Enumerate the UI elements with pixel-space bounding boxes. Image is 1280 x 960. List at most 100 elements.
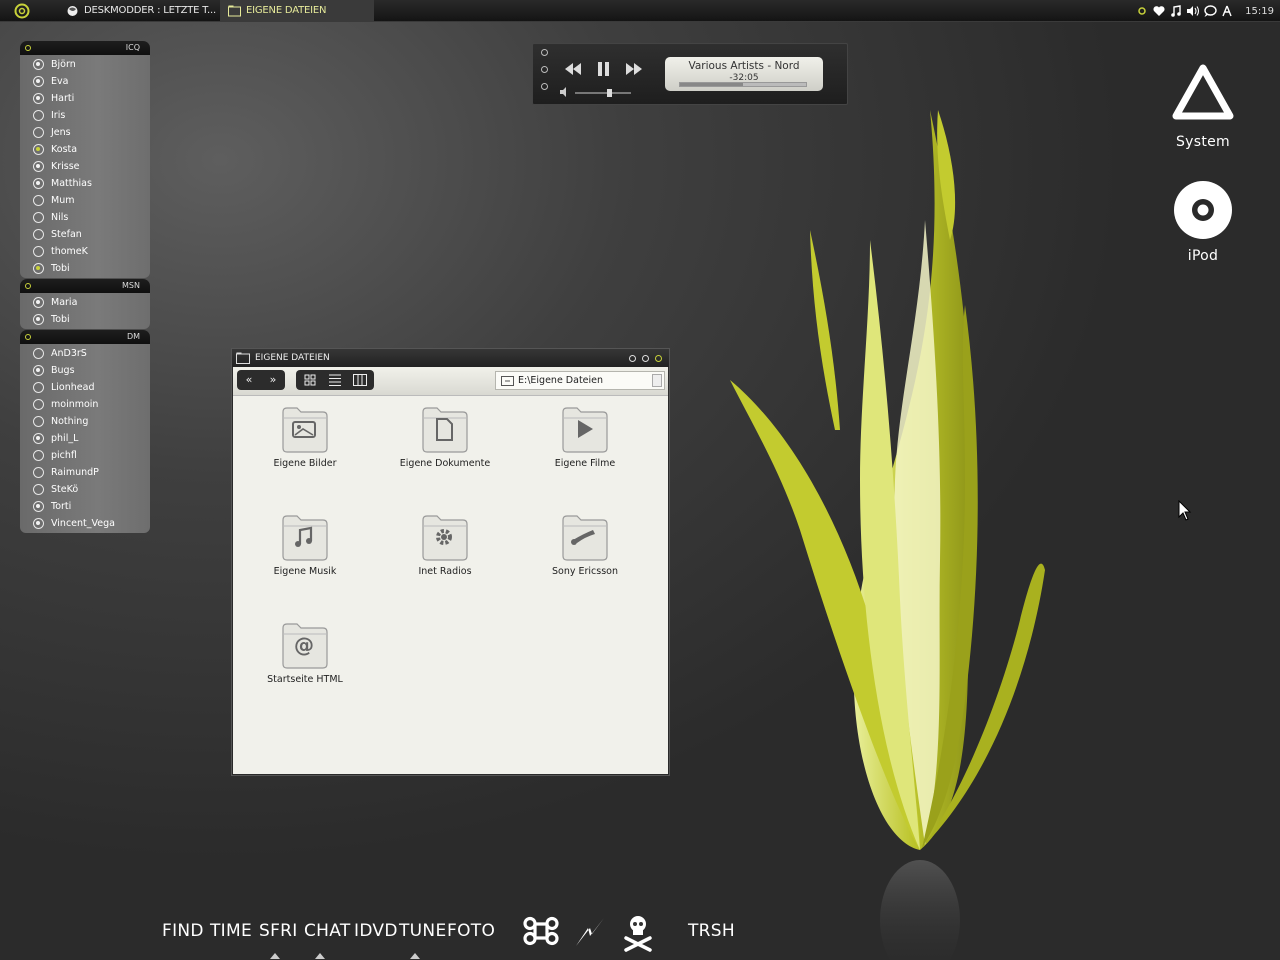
buddy-item[interactable]: Stefan [20, 226, 150, 243]
buddy-list-msn: MSN Maria Tobi [20, 279, 150, 329]
buddy-item[interactable]: Matthias [20, 175, 150, 192]
buddy-status-icon [33, 399, 44, 410]
file-item[interactable]: Inet Radios [375, 512, 515, 577]
wallpaper-plant [730, 110, 1045, 960]
file-item[interactable]: Sony Ericsson [515, 512, 655, 577]
buddy-item[interactable]: Tobi [20, 260, 150, 277]
buddy-item[interactable]: Torti [20, 498, 150, 515]
status-dot-icon[interactable] [1135, 4, 1149, 18]
lightning-icon[interactable] [570, 910, 610, 954]
dock-item-foto[interactable]: FOTO [447, 921, 495, 941]
buddy-item[interactable]: Nils [20, 209, 150, 226]
buddy-name: Vincent_Vega [51, 518, 115, 529]
dock-item-tune[interactable]: TUNE [399, 921, 447, 941]
start-menu-icon[interactable] [14, 3, 30, 19]
window-maximize-button[interactable] [642, 355, 649, 362]
buddy-item[interactable]: Björn [20, 56, 150, 73]
dock-item-trsh[interactable]: TRSH [688, 921, 735, 941]
address-dropdown-button[interactable] [652, 374, 662, 387]
media-player: Various Artists - Nord -32:05 [532, 43, 848, 105]
desktop-icon-ipod[interactable]: iPod [1153, 180, 1253, 264]
buddy-item[interactable]: Tobi [20, 311, 150, 328]
buddy-item[interactable]: SteKö [20, 481, 150, 498]
buddy-name: RaimundP [51, 467, 99, 478]
buddy-item[interactable]: Kosta [20, 141, 150, 158]
buddy-item[interactable]: thomeK [20, 243, 150, 260]
nav-button-group: « » [237, 370, 285, 390]
volume-slider[interactable] [575, 92, 631, 94]
buddy-item[interactable]: Jens [20, 124, 150, 141]
file-item-label: Eigene Filme [554, 458, 616, 469]
file-item-label: Inet Radios [418, 566, 472, 577]
antenna-icon[interactable] [1220, 4, 1234, 18]
buddy-status-icon [33, 161, 44, 172]
taskbar-task-browser[interactable]: DESKMODDER : LETZTE T... [58, 0, 218, 22]
buddy-item[interactable]: Krisse [20, 158, 150, 175]
buddy-item[interactable]: Lionhead [20, 379, 150, 396]
buddy-item[interactable]: RaimundP [20, 464, 150, 481]
window-minimize-button[interactable] [629, 355, 636, 362]
chat-bubble-icon[interactable] [1203, 4, 1217, 18]
clock[interactable]: 15:19 [1245, 6, 1274, 17]
back-button[interactable]: « [237, 370, 261, 390]
buddy-item[interactable]: phil_L [20, 430, 150, 447]
fast-forward-button[interactable] [622, 60, 646, 78]
buddy-name: Maria [51, 297, 78, 308]
track-progress-bar[interactable] [679, 82, 807, 87]
pause-button[interactable] [591, 60, 615, 78]
dock-item-chat[interactable]: CHAT [304, 921, 351, 941]
music-note-icon[interactable] [1169, 4, 1183, 18]
triangle-system-icon [1172, 64, 1234, 120]
forward-button[interactable]: » [261, 370, 285, 390]
buddy-group-header[interactable]: MSN [20, 279, 150, 293]
buddy-list-body: Maria Tobi [20, 293, 150, 329]
buddy-item[interactable]: Maria [20, 294, 150, 311]
list-view-icon[interactable] [323, 370, 347, 390]
rewind-button[interactable] [561, 60, 585, 78]
dock-item-find[interactable]: FIND [162, 921, 204, 941]
icon-view-icon[interactable] [298, 370, 322, 390]
buddy-status-icon [33, 195, 44, 206]
dock-item-sfri[interactable]: SFRI [259, 921, 298, 941]
file-item[interactable]: Eigene Filme [515, 404, 655, 469]
dock: FIND TIME SFRI CHAT IDVD TUNE FOTO TRSH [0, 910, 1280, 960]
volume-slider-knob[interactable] [606, 89, 612, 97]
window-close-button[interactable] [655, 355, 662, 362]
file-item[interactable]: @ Startseite HTML [235, 620, 375, 685]
taskbar-task-explorer[interactable]: EIGENE DATEIEN [220, 0, 374, 22]
dock-item-idvd[interactable]: IDVD [354, 921, 398, 941]
buddy-item[interactable]: Eva [20, 73, 150, 90]
player-close-button[interactable] [541, 49, 548, 56]
buddy-item[interactable]: Bugs [20, 362, 150, 379]
group-status-icon [25, 334, 31, 340]
buddy-item[interactable]: Mum [20, 192, 150, 209]
buddy-item[interactable]: moinmoin [20, 396, 150, 413]
volume-icon[interactable] [1186, 4, 1200, 18]
buddy-item[interactable]: Iris [20, 107, 150, 124]
file-item[interactable]: Eigene Musik [235, 512, 375, 577]
buddy-item[interactable]: Harti [20, 90, 150, 107]
buddy-group-header[interactable]: ICQ [20, 41, 150, 55]
buddy-status-icon [33, 382, 44, 393]
heart-icon[interactable] [1152, 4, 1166, 18]
player-minimize-button[interactable] [541, 66, 548, 73]
window-titlebar[interactable]: EIGENE DATEIEN [232, 349, 669, 367]
desktop-icon-system[interactable]: System [1153, 60, 1253, 150]
buddy-list-body: Björn Eva Harti Iris Jens Kosta Krisse Matthias… [20, 55, 150, 278]
buddy-name: SteKö [51, 484, 79, 495]
file-item[interactable]: Eigene Bilder [235, 404, 375, 469]
dock-item-time[interactable]: TIME [210, 921, 252, 941]
buddy-item[interactable]: AnD3rS [20, 345, 150, 362]
column-view-icon[interactable] [348, 370, 372, 390]
buddy-name: thomeK [51, 246, 88, 257]
buddy-item[interactable]: pichfl [20, 447, 150, 464]
buddy-name: Björn [51, 59, 76, 70]
player-menu-button[interactable] [541, 83, 548, 90]
skull-crossbones-icon[interactable] [618, 910, 658, 954]
address-bar[interactable]: E:\Eigene Dateien [495, 371, 665, 390]
buddy-item[interactable]: Vincent_Vega [20, 515, 150, 532]
buddy-item[interactable]: Nothing [20, 413, 150, 430]
buddy-group-header[interactable]: DM [20, 330, 150, 344]
file-item[interactable]: Eigene Dokumente [375, 404, 515, 469]
command-icon[interactable] [521, 910, 561, 954]
